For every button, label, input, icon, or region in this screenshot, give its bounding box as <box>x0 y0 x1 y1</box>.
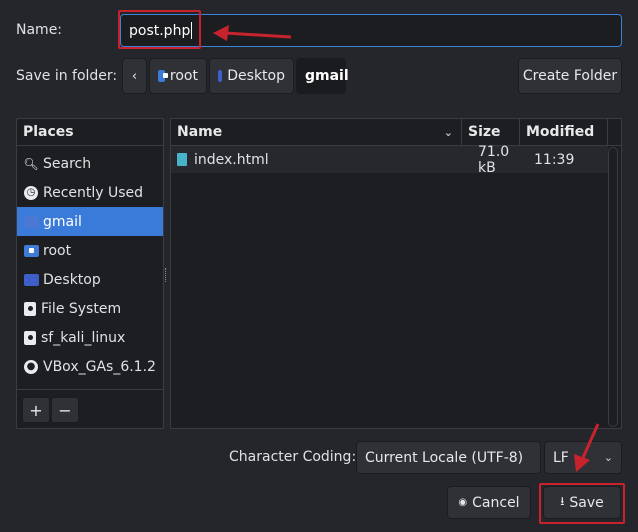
desktop-folder-icon <box>24 273 39 286</box>
character-coding-value: Current Locale (UTF-8) <box>365 449 524 466</box>
place-label: Desktop <box>43 271 101 288</box>
line-ending-value: LF <box>553 449 569 466</box>
file-size: 71.0 kB <box>478 143 510 176</box>
column-name-label: Name <box>177 124 223 140</box>
crumb-root[interactable]: root <box>149 58 207 94</box>
text-caret <box>191 22 193 39</box>
filename-input[interactable]: post.php <box>120 14 622 47</box>
character-coding-label: Character Coding: <box>229 449 357 465</box>
place-gmail[interactable]: gmail <box>17 207 163 236</box>
recent-icon: ◷ <box>24 185 38 200</box>
place-label: VBox_GAs_6.1.2 <box>43 358 156 375</box>
place-label: Search <box>43 155 92 172</box>
home-folder-icon <box>158 70 168 82</box>
place-label: File System <box>41 300 122 317</box>
name-label: Name: <box>16 22 63 38</box>
network-drive-icon <box>24 330 36 345</box>
places-divider <box>16 389 164 390</box>
crumb-gmail-label: gmail <box>305 68 349 84</box>
file-list-header: Name ⌄ Size Modified <box>171 119 621 146</box>
crumb-desktop-label: Desktop <box>227 68 285 84</box>
path-back-button[interactable]: ‹ <box>122 58 147 94</box>
create-folder-label: Create Folder <box>522 68 618 84</box>
column-size[interactable]: Size <box>462 119 520 145</box>
table-row[interactable]: index.html 71.0 kB 11:39 <box>171 143 608 176</box>
place-recently-used[interactable]: ◷ Recently Used <box>17 178 163 207</box>
drive-icon <box>24 301 36 316</box>
column-modified-label: Modified <box>526 124 595 140</box>
place-label: root <box>43 242 72 259</box>
save-label: Save <box>569 494 604 511</box>
save-in-folder-label: Save in folder: <box>16 68 118 84</box>
home-folder-icon <box>24 244 39 257</box>
chevron-down-icon: ⌄ <box>443 126 453 139</box>
places-sidebar: Places 🔍︎ Search ◷ Recently Used gmail r… <box>16 118 164 429</box>
line-ending-select[interactable]: LF ⌄ <box>544 441 622 474</box>
cancel-icon: ◉ <box>458 497 468 508</box>
folder-icon <box>24 215 39 228</box>
download-icon: ⭳ <box>560 494 565 508</box>
disc-icon: ● <box>24 359 38 374</box>
html-file-icon <box>177 153 187 166</box>
place-desktop[interactable]: Desktop <box>17 265 163 294</box>
chevron-down-icon: ⌄ <box>603 451 613 464</box>
column-size-label: Size <box>468 124 501 140</box>
desktop-folder-icon <box>218 70 223 82</box>
place-file-system[interactable]: File System <box>17 294 163 323</box>
remove-bookmark-button[interactable]: − <box>51 397 79 423</box>
search-icon: 🔍︎ <box>23 156 39 171</box>
file-name: index.html <box>194 151 269 168</box>
file-list: Name ⌄ Size Modified index.html 71.0 kB … <box>170 118 622 429</box>
crumb-gmail[interactable]: gmail <box>296 58 349 94</box>
place-vbox-gas[interactable]: ● VBox_GAs_6.1.2 <box>17 352 163 381</box>
place-label: sf_kali_linux <box>41 329 126 346</box>
cancel-label: Cancel <box>472 494 520 511</box>
vertical-scrollbar[interactable] <box>608 147 618 427</box>
plus-icon: + <box>29 400 43 420</box>
minus-icon: − <box>58 400 72 420</box>
places-header: Places <box>17 119 163 146</box>
add-bookmark-button[interactable]: + <box>22 397 50 423</box>
place-sf-kali-linux[interactable]: sf_kali_linux <box>17 323 163 352</box>
cancel-button[interactable]: ◉ Cancel <box>447 486 531 519</box>
save-button[interactable]: ⭳ Save <box>543 486 621 519</box>
pane-resize-handle[interactable] <box>165 268 168 282</box>
place-search[interactable]: 🔍︎ Search <box>17 149 163 178</box>
column-name[interactable]: Name ⌄ <box>171 119 462 145</box>
chevron-left-icon: ‹ <box>131 68 138 84</box>
place-root[interactable]: root <box>17 236 163 265</box>
crumb-root-label: root <box>169 68 198 84</box>
create-folder-button[interactable]: Create Folder <box>518 58 622 94</box>
file-modified: 11:39 <box>534 151 575 168</box>
character-coding-select[interactable]: Current Locale (UTF-8) <box>356 441 541 474</box>
place-label: Recently Used <box>43 184 144 201</box>
place-label: gmail <box>43 213 82 230</box>
filename-value: post.php <box>129 22 191 39</box>
column-modified[interactable]: Modified <box>520 119 608 145</box>
crumb-desktop[interactable]: Desktop <box>209 58 294 94</box>
